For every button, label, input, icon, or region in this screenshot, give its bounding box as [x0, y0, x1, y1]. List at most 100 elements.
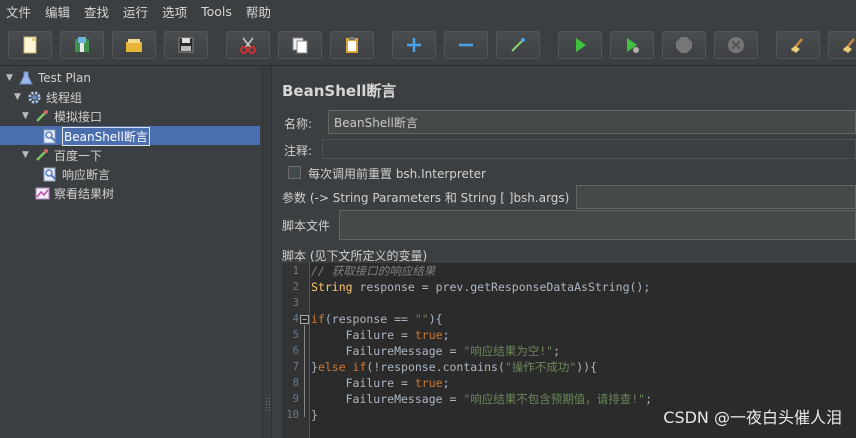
- code-line-2: String response = prev.getResponseDataAs…: [311, 280, 651, 294]
- start-button[interactable]: [558, 31, 602, 59]
- test-plan-tree: ▼ Test Plan ▼ 线程组 ▼ 模拟接口 BeanShell断言 ▼ 百…: [0, 67, 262, 438]
- open-icon: [126, 39, 142, 52]
- parameters-field[interactable]: [576, 185, 856, 209]
- line-number: 8: [292, 377, 299, 389]
- listener-icon: [34, 185, 50, 201]
- comment-field[interactable]: [322, 139, 856, 159]
- code-line-1: // 获取接口的响应结果: [311, 264, 436, 278]
- tree-item-label: BeanShell断言: [62, 126, 150, 146]
- copy-button[interactable]: [278, 31, 322, 59]
- code-line-8: Failure = true;: [311, 376, 450, 390]
- panel-title: BeanShell断言: [282, 82, 397, 100]
- code-line-9: FailureMessage = "响应结果不包含预期值，请排查!";: [311, 392, 653, 406]
- gear-icon: [26, 89, 42, 105]
- line-number: 3: [292, 297, 299, 309]
- toolbar: [0, 22, 856, 66]
- menu-options[interactable]: 选项: [162, 2, 187, 21]
- new-icon: [23, 36, 37, 54]
- expand-button[interactable]: [392, 31, 436, 59]
- line-number: 6: [292, 345, 299, 357]
- collapse-button[interactable]: [444, 31, 488, 59]
- tree-item-label: 响应断言: [62, 167, 111, 182]
- chevron-down-icon[interactable]: ▼: [14, 92, 26, 102]
- tree-item-test-plan[interactable]: ▼ Test Plan: [6, 69, 91, 87]
- script-file-label: 脚本文件: [282, 219, 331, 233]
- fold-toggle-icon[interactable]: −: [300, 315, 309, 324]
- code-line-6: FailureMessage = "响应结果为空!";: [311, 344, 561, 358]
- script-label: 脚本 (见下文所定义的变量): [282, 249, 428, 263]
- watermark: CSDN @一夜白头催人泪: [663, 408, 842, 427]
- menu-search[interactable]: 查找: [84, 2, 109, 21]
- splitter-grip[interactable]: [265, 397, 270, 413]
- script-file-field[interactable]: [339, 210, 856, 240]
- stop-icon: [676, 37, 692, 53]
- line-number: 10: [286, 409, 299, 421]
- toggle-icon: [511, 38, 525, 52]
- test-plan-icon: [18, 70, 34, 86]
- tree-item-mock-api[interactable]: ▼ 模拟接口: [22, 107, 102, 125]
- toggle-button[interactable]: [496, 31, 540, 59]
- menu-file[interactable]: 文件: [6, 2, 31, 21]
- tree-item-view-results-tree[interactable]: 察看结果树: [34, 184, 114, 202]
- collapse-icon: [459, 43, 473, 47]
- reset-interpreter-checkbox[interactable]: [288, 166, 301, 179]
- fold-guide: [304, 325, 305, 417]
- tree-item-label: 线程组: [46, 90, 83, 105]
- tree-item-label: Test Plan: [38, 71, 91, 85]
- start-icon: [576, 38, 586, 52]
- shutdown-button[interactable]: [714, 31, 758, 59]
- comment-label: 注释:: [284, 144, 313, 158]
- menu-help[interactable]: 帮助: [246, 2, 271, 21]
- chevron-down-icon[interactable]: ▼: [6, 73, 18, 83]
- pane-splitter[interactable]: [262, 67, 272, 438]
- open-button[interactable]: [112, 31, 156, 59]
- tree-item-beanshell-assertion[interactable]: BeanShell断言: [42, 126, 150, 146]
- copy-icon: [292, 37, 308, 54]
- shutdown-icon: [728, 37, 744, 53]
- menu-run[interactable]: 运行: [123, 2, 148, 21]
- stop-button[interactable]: [662, 31, 706, 59]
- sampler-icon: [34, 147, 50, 163]
- line-number: 7: [292, 361, 299, 373]
- clear-button[interactable]: [776, 31, 820, 59]
- chevron-down-icon[interactable]: ▼: [22, 111, 34, 121]
- tree-item-baidu[interactable]: ▼ 百度一下: [22, 146, 102, 164]
- menu-tools[interactable]: Tools: [201, 4, 232, 19]
- tree-item-label: 模拟接口: [54, 109, 103, 124]
- assertion-icon: [42, 166, 58, 182]
- paste-icon: [346, 37, 358, 53]
- new-button[interactable]: [8, 31, 52, 59]
- clear-icon: [791, 38, 803, 53]
- code-line-5: Failure = true;: [311, 328, 450, 342]
- start-no-pause-button[interactable]: [610, 31, 654, 59]
- chevron-down-icon[interactable]: ▼: [22, 150, 34, 160]
- line-number-gutter: 1 2 3 4 5 6 7 8 9 10 −: [282, 263, 310, 438]
- assertion-icon: [42, 128, 58, 144]
- expand-icon: [407, 38, 421, 52]
- menu-edit[interactable]: 编辑: [45, 2, 70, 21]
- name-field[interactable]: BeanShell断言: [328, 110, 856, 134]
- code-line-7: }else if(!response.contains("操作不成功")){: [311, 360, 598, 374]
- parameters-label: 参数 (-> String Parameters 和 String [ ]bsh…: [282, 191, 570, 205]
- reset-interpreter-label: 每次调用前重置 bsh.Interpreter: [308, 167, 486, 181]
- line-number: 4: [292, 313, 299, 325]
- cut-button[interactable]: [226, 31, 270, 59]
- clear-all-icon: [843, 38, 855, 53]
- tree-item-label: 察看结果树: [54, 186, 115, 201]
- line-number: 5: [292, 329, 299, 341]
- cut-icon: [240, 37, 256, 54]
- save-icon: [178, 37, 194, 53]
- menu-bar: 文件 编辑 查找 运行 选项 Tools 帮助: [0, 0, 856, 22]
- tree-item-response-assertion[interactable]: 响应断言: [42, 165, 110, 183]
- code-line-4: if(response == ""){: [311, 312, 443, 326]
- templates-icon: [75, 37, 89, 52]
- templates-button[interactable]: [60, 31, 104, 59]
- sampler-icon: [34, 108, 50, 124]
- tree-item-label: 百度一下: [54, 148, 103, 163]
- line-number: 2: [292, 281, 299, 293]
- save-button[interactable]: [164, 31, 208, 59]
- name-label: 名称:: [284, 117, 313, 131]
- tree-item-thread-group[interactable]: ▼ 线程组: [14, 88, 82, 106]
- clear-all-button[interactable]: [828, 31, 856, 59]
- paste-button[interactable]: [330, 31, 374, 59]
